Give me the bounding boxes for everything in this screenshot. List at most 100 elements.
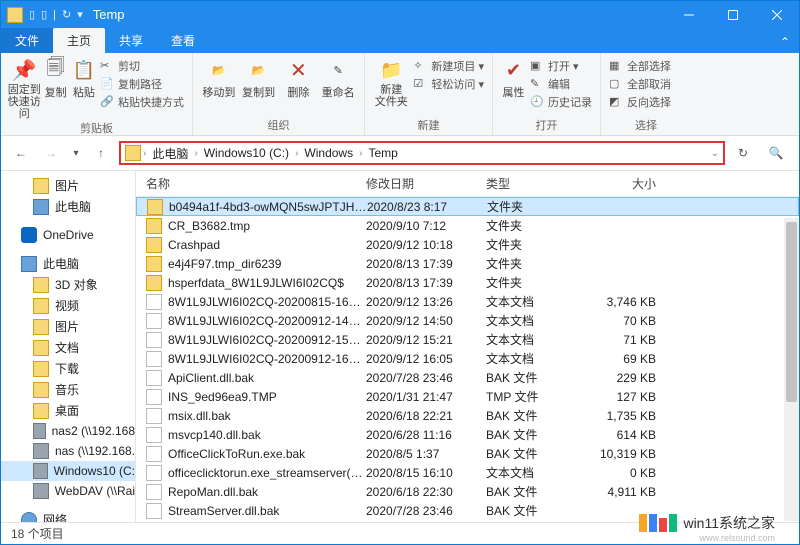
file-row[interactable]: INS_9ed96ea9.TMP2020/1/31 21:47TMP 文件127… xyxy=(136,387,799,406)
breadcrumb-item[interactable]: Windows xyxy=(300,146,357,160)
breadcrumb-item[interactable]: Windows10 (C:) xyxy=(200,146,293,160)
sidebar-item[interactable]: 网络 xyxy=(1,509,135,522)
qat-glyph[interactable]: ▯ xyxy=(29,8,35,21)
sidebar-item[interactable]: nas2 (\\192.168 xyxy=(1,421,135,441)
sidebar-item-label: 图片 xyxy=(55,318,79,335)
file-date: 2020/9/12 10:18 xyxy=(366,238,486,252)
sidebar-item[interactable]: OneDrive xyxy=(1,225,135,245)
column-date[interactable]: 修改日期 xyxy=(366,175,486,192)
open-button[interactable]: ▣打开 ▾ xyxy=(528,57,594,75)
sidebar-item[interactable]: 视频 xyxy=(1,295,135,316)
scrollbar[interactable] xyxy=(784,218,799,521)
sidebar-item[interactable]: WebDAV (\\Rai xyxy=(1,481,135,501)
file-row[interactable]: 8W1L9JLWI6I02CQ-20200815-1624.l...2020/9… xyxy=(136,292,799,311)
up-button[interactable]: ↑ xyxy=(89,141,113,165)
copy-button[interactable]: 🗐复制 xyxy=(42,55,70,100)
column-name[interactable]: 名称 xyxy=(146,175,366,192)
file-date: 2020/8/13 17:39 xyxy=(366,276,486,290)
file-name: OfficeClickToRun.exe.bak xyxy=(168,447,366,461)
search-icon[interactable]: 🔍 xyxy=(761,146,791,160)
close-button[interactable] xyxy=(755,1,799,28)
sidebar-item[interactable]: 此电脑 xyxy=(1,196,135,217)
navigation-pane[interactable]: 图片此电脑OneDrive此电脑3D 对象视频图片文档下载音乐桌面nas2 (\… xyxy=(1,171,136,522)
chevron-right-icon[interactable]: › xyxy=(143,148,146,159)
chevron-right-icon[interactable]: › xyxy=(295,148,298,159)
ribbon-collapse-icon[interactable]: ⌃ xyxy=(771,35,799,53)
file-row[interactable]: CR_B3682.tmp2020/9/10 7:12文件夹 xyxy=(136,216,799,235)
moveto-button[interactable]: 📂移动到 xyxy=(199,55,239,100)
invert-selection-button[interactable]: ◩反向选择 xyxy=(607,93,673,111)
file-row[interactable]: StreamServer.dll.bak2020/7/28 23:46BAK 文… xyxy=(136,501,799,520)
file-row[interactable]: msvcp140.dll.bak2020/6/28 11:16BAK 文件614… xyxy=(136,425,799,444)
chevron-right-icon[interactable]: › xyxy=(359,148,362,159)
tab-file[interactable]: 文件 xyxy=(1,28,53,53)
sidebar-item-label: 此电脑 xyxy=(55,198,91,215)
file-row[interactable]: Crashpad2020/9/12 10:18文件夹 xyxy=(136,235,799,254)
column-headers[interactable]: 名称 修改日期 类型 大小 xyxy=(136,171,799,197)
sidebar-item[interactable]: 此电脑 xyxy=(1,253,135,274)
delete-button[interactable]: ✕删除 xyxy=(279,55,319,100)
sidebar-item[interactable]: 图片 xyxy=(1,175,135,196)
qat-glyph[interactable]: ↻ xyxy=(62,8,71,21)
easyaccess-button[interactable]: ☑轻松访问 ▾ xyxy=(411,75,486,93)
file-row[interactable]: e4j4F97.tmp_dir62392020/8/13 17:39文件夹 xyxy=(136,254,799,273)
rename-button[interactable]: ✎重命名 xyxy=(318,55,358,100)
newitem-button[interactable]: ✧新建项目 ▾ xyxy=(411,57,486,75)
sidebar-item[interactable]: 3D 对象 xyxy=(1,274,135,295)
breadcrumb-item[interactable]: Temp xyxy=(364,146,401,160)
file-row[interactable]: 8W1L9JLWI6I02CQ-20200912-1605.l...2020/9… xyxy=(136,349,799,368)
file-row[interactable]: 8W1L9JLWI6I02CQ-20200912-1521.l...2020/9… xyxy=(136,330,799,349)
pin-button[interactable]: 📌固定到快速访问 xyxy=(7,55,42,120)
file-row[interactable]: hsperfdata_8W1L9JLWI6I02CQ$2020/8/13 17:… xyxy=(136,273,799,292)
forward-button[interactable]: → xyxy=(39,141,63,165)
sidebar-item[interactable]: 下载 xyxy=(1,358,135,379)
watermark-footer: www.relsound.com xyxy=(699,533,775,543)
column-type[interactable]: 类型 xyxy=(486,175,586,192)
tab-view[interactable]: 查看 xyxy=(157,28,209,53)
copyto-button[interactable]: 📂复制到 xyxy=(239,55,279,100)
pasteshortcut-button[interactable]: 🔗粘贴快捷方式 xyxy=(98,93,186,111)
cut-button[interactable]: ✂剪切 xyxy=(98,57,186,75)
sidebar-item[interactable]: 桌面 xyxy=(1,400,135,421)
qat-glyph[interactable]: ▯ xyxy=(41,8,47,21)
file-row[interactable]: 8W1L9JLWI6I02CQ-20200912-1450.l...2020/9… xyxy=(136,311,799,330)
qat-dropdown-icon[interactable]: ▾ xyxy=(77,8,83,21)
minimize-button[interactable] xyxy=(667,1,711,28)
file-row[interactable]: OfficeClickToRun.exe.bak2020/8/5 1:37BAK… xyxy=(136,444,799,463)
scrollbar-thumb[interactable] xyxy=(786,222,797,402)
file-row[interactable]: ApiClient.dll.bak2020/7/28 23:46BAK 文件22… xyxy=(136,368,799,387)
copypath-button[interactable]: 📄复制路径 xyxy=(98,75,186,93)
file-type: 文本文档 xyxy=(486,464,586,481)
select-none-button[interactable]: ▢全部取消 xyxy=(607,75,673,93)
history-button[interactable]: 🕘历史记录 xyxy=(528,93,594,111)
recent-dropdown-icon[interactable]: ▾ xyxy=(69,141,83,165)
sidebar-item[interactable]: nas (\\192.168. xyxy=(1,441,135,461)
properties-button[interactable]: ✔属性 xyxy=(499,55,528,100)
file-row[interactable]: RepoMan.dll.bak2020/6/18 22:30BAK 文件4,91… xyxy=(136,482,799,501)
file-icon xyxy=(146,465,162,481)
maximize-button[interactable] xyxy=(711,1,755,28)
edit-button[interactable]: ✎编辑 xyxy=(528,75,594,93)
tab-share[interactable]: 共享 xyxy=(105,28,157,53)
sidebar-item[interactable]: 音乐 xyxy=(1,379,135,400)
sidebar-item-label: Windows10 (C: xyxy=(54,464,135,478)
file-row[interactable]: b0494a1f-4bd3-owMQN5swJPTJH+i...2020/8/2… xyxy=(136,197,799,216)
refresh-button[interactable]: ↻ xyxy=(731,141,755,165)
newfolder-button[interactable]: 📁新建 文件夹 xyxy=(371,55,411,108)
address-dropdown-icon[interactable]: ⌄ xyxy=(711,148,719,159)
tab-home[interactable]: 主页 xyxy=(53,28,105,53)
address-bar[interactable]: › 此电脑 › Windows10 (C:) › Windows › Temp … xyxy=(119,141,725,165)
column-size[interactable]: 大小 xyxy=(586,175,666,192)
sidebar-item[interactable]: 图片 xyxy=(1,316,135,337)
sidebar-item-icon xyxy=(21,512,37,523)
sidebar-item-label: OneDrive xyxy=(43,228,94,242)
select-all-button[interactable]: ▦全部选择 xyxy=(607,57,673,75)
breadcrumb-item[interactable]: 此电脑 xyxy=(148,145,192,162)
sidebar-item[interactable]: Windows10 (C: xyxy=(1,461,135,481)
sidebar-item[interactable]: 文档 xyxy=(1,337,135,358)
chevron-right-icon[interactable]: › xyxy=(194,148,197,159)
back-button[interactable]: ← xyxy=(9,141,33,165)
file-row[interactable]: officeclicktorun.exe_streamserver(20...2… xyxy=(136,463,799,482)
paste-button[interactable]: 📋粘贴 xyxy=(70,55,98,100)
file-row[interactable]: msix.dll.bak2020/6/18 22:21BAK 文件1,735 K… xyxy=(136,406,799,425)
